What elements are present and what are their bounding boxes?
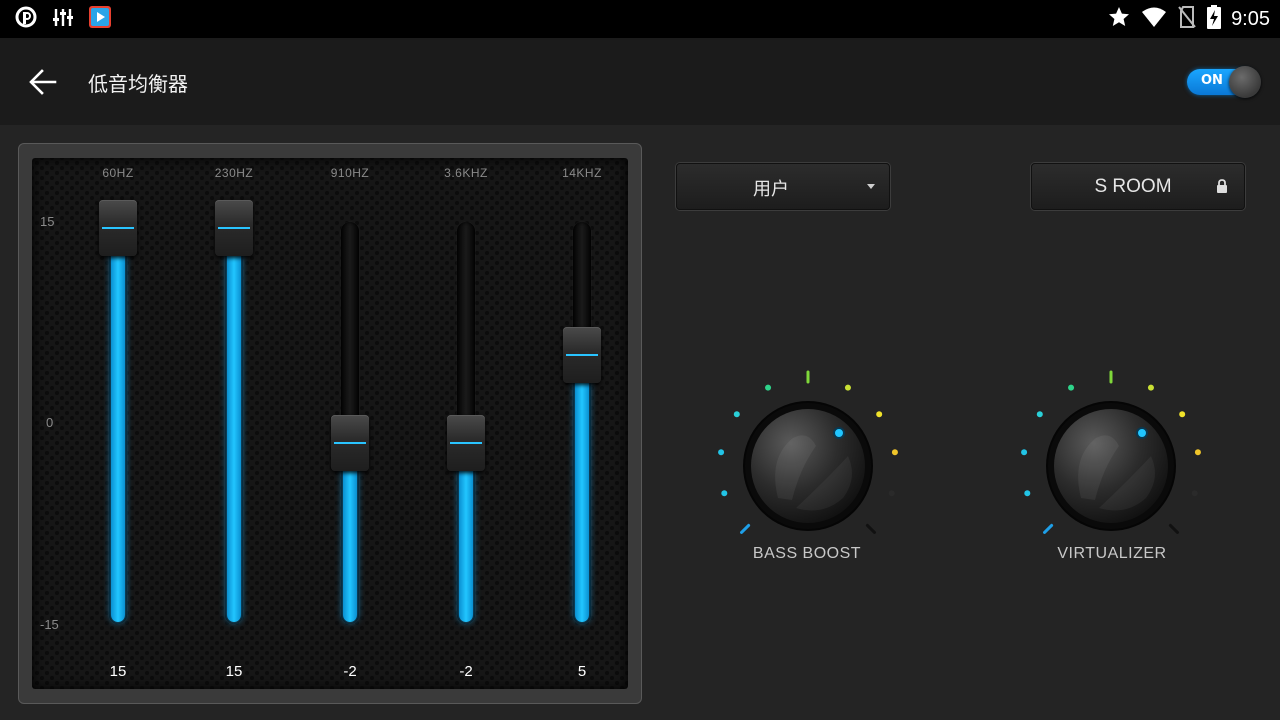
slider-thumb[interactable] — [331, 415, 369, 472]
freq-label: 3.6KHZ — [444, 166, 488, 180]
status-bar: 9:05 — [0, 0, 1280, 38]
dropdown-caret-icon — [867, 184, 875, 189]
db-label-min: -15 — [40, 617, 59, 632]
bass-boost-label: BASS BOOST — [752, 545, 862, 562]
freq-label: 230HZ — [214, 166, 254, 180]
knob-tick — [1021, 449, 1028, 456]
knob-tick — [1147, 384, 1154, 391]
back-arrow-icon — [29, 69, 57, 95]
slider-thumb[interactable] — [99, 200, 137, 256]
knob-tick — [1194, 449, 1201, 456]
knob-indicator — [833, 427, 845, 439]
knob-tick — [876, 411, 883, 418]
notification-app-icon — [14, 5, 38, 33]
preset-dropdown[interactable]: 用户 — [676, 163, 890, 210]
video-app-icon — [88, 5, 112, 33]
knob-tick — [721, 490, 728, 497]
knob-tick — [718, 449, 725, 456]
band-slider[interactable] — [446, 218, 486, 628]
equalizer-frame: 15 0 -15 60HZ 15 230HZ 15 910HZ -2 3.6KH… — [18, 143, 642, 704]
band-value: 15 — [109, 663, 127, 680]
bass-boost-knob[interactable] — [708, 368, 908, 568]
db-label-max: 15 — [40, 214, 55, 229]
app-bar: 低音均衡器 ON — [0, 38, 1280, 125]
toggle-label: ON — [1201, 73, 1223, 88]
band-value: 15 — [225, 663, 243, 680]
star-icon — [1107, 5, 1131, 33]
equalizer-panel: 15 0 -15 60HZ 15 230HZ 15 910HZ -2 3.6KH… — [32, 158, 628, 689]
knob-indicator — [1136, 427, 1148, 439]
freq-label: 910HZ — [330, 166, 370, 180]
band-slider[interactable] — [214, 200, 254, 628]
page-title: 低音均衡器 — [88, 72, 188, 96]
knob-tick — [1191, 490, 1198, 497]
virtualizer-label: VIRTUALIZER — [1057, 545, 1167, 562]
virtualizer-knob[interactable] — [1011, 368, 1211, 568]
slider-fill — [111, 228, 125, 622]
knob-tick — [1179, 411, 1186, 418]
slider-fill — [227, 228, 241, 622]
db-label-zero: 0 — [46, 415, 54, 430]
wifi-icon — [1141, 6, 1167, 32]
slider-thumb[interactable] — [447, 415, 485, 472]
battery-charging-icon — [1207, 5, 1222, 33]
band-slider[interactable] — [330, 218, 370, 628]
status-bar-left — [14, 6, 112, 32]
band-value: 5 — [577, 663, 587, 680]
knob-tick — [1168, 523, 1179, 534]
reverb-label: S ROOM — [1094, 176, 1172, 197]
freq-label: 60HZ — [102, 166, 134, 180]
band-slider[interactable] — [562, 218, 602, 628]
equalizer-notification-icon — [52, 6, 74, 32]
band-slider[interactable] — [98, 200, 138, 628]
power-toggle[interactable]: ON — [1187, 66, 1261, 98]
no-sim-icon — [1177, 5, 1197, 33]
knob-tick — [740, 523, 751, 534]
knob-tick — [865, 523, 876, 534]
status-bar-right: 9:05 — [1107, 5, 1270, 33]
slider-fill — [575, 354, 589, 622]
knob-tick — [1036, 411, 1043, 418]
knob-tick — [1043, 523, 1054, 534]
knob-tick — [888, 490, 895, 497]
knob-tick — [844, 384, 851, 391]
preset-label: 用户 — [753, 179, 789, 200]
knob-tick — [733, 411, 740, 418]
toggle-knob — [1229, 66, 1261, 98]
slider-thumb[interactable] — [215, 200, 253, 256]
band-value: -2 — [459, 663, 473, 680]
knob-tick — [891, 449, 898, 456]
knob-tick — [1068, 384, 1075, 391]
back-button[interactable] — [22, 62, 66, 102]
freq-label: 14KHZ — [562, 166, 602, 180]
reverb-button[interactable]: S ROOM — [1031, 163, 1245, 210]
status-time: 9:05 — [1231, 7, 1270, 30]
knob-tick — [1024, 490, 1031, 497]
band-value: -2 — [343, 663, 357, 680]
slider-thumb[interactable] — [563, 326, 601, 383]
lock-icon — [1217, 179, 1227, 193]
knob-tick — [765, 384, 772, 391]
